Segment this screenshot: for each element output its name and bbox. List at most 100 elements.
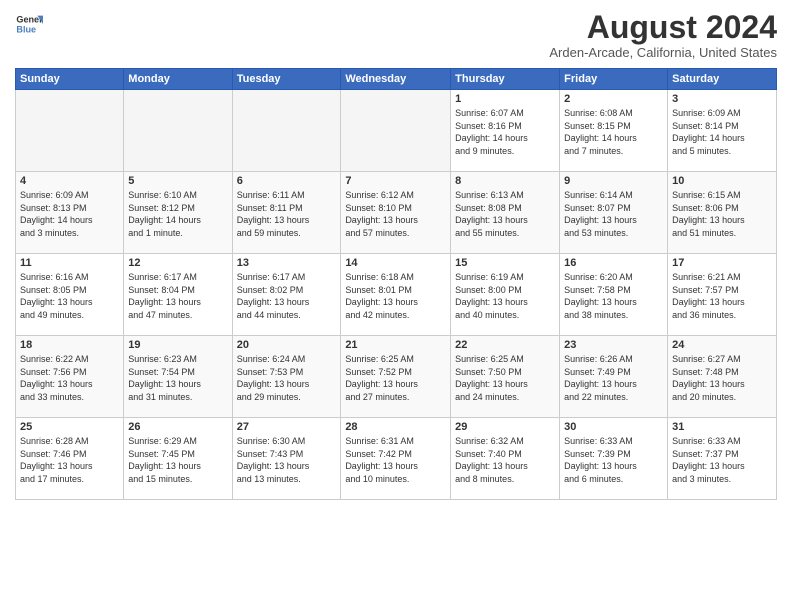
day-info: Sunrise: 6:26 AMSunset: 7:49 PMDaylight:… bbox=[564, 353, 663, 403]
day-info: Sunrise: 6:15 AMSunset: 8:06 PMDaylight:… bbox=[672, 189, 772, 239]
day-info: Sunrise: 6:11 AMSunset: 8:11 PMDaylight:… bbox=[237, 189, 337, 239]
day-info: Sunrise: 6:31 AMSunset: 7:42 PMDaylight:… bbox=[345, 435, 446, 485]
day-cell: 20Sunrise: 6:24 AMSunset: 7:53 PMDayligh… bbox=[232, 336, 341, 418]
day-cell: 5 Sunrise: 6:10 AMSunset: 8:12 PMDaylight… bbox=[124, 172, 232, 254]
day-cell: 30 Sunrise: 6:33 AMSunset: 7:39 PMDayligh… bbox=[560, 418, 668, 500]
day-number: 22 bbox=[455, 339, 555, 351]
day-cell bbox=[16, 90, 124, 172]
day-info: Sunrise: 6:29 AMSunset: 7:45 PMDaylight:… bbox=[128, 435, 227, 485]
day-info: Sunrise: 6:19 AMSunset: 8:00 PMDaylight:… bbox=[455, 271, 555, 321]
day-info: Sunrise: 6:09 AMSunset: 8:14 PMDaylight:… bbox=[672, 107, 772, 157]
day-number: 29 bbox=[455, 421, 555, 433]
day-info: Sunrise: 6:20 AMSunset: 7:58 PMDaylight:… bbox=[564, 271, 663, 321]
day-cell bbox=[124, 90, 232, 172]
day-cell: 11 Sunrise: 6:16 AMSunset: 8:05 PMDayligh… bbox=[16, 254, 124, 336]
day-number: 26 bbox=[128, 421, 227, 433]
day-info: Sunrise: 6:25 AMSunset: 7:50 PMDaylight:… bbox=[455, 353, 555, 403]
week-row-3: 11 Sunrise: 6:16 AMSunset: 8:05 PMDayligh… bbox=[16, 254, 777, 336]
day-number: 13 bbox=[237, 257, 337, 269]
day-info: Sunrise: 6:21 AMSunset: 7:57 PMDaylight:… bbox=[672, 271, 772, 321]
day-info: Sunrise: 6:16 AMSunset: 8:05 PMDaylight:… bbox=[20, 271, 119, 321]
day-cell: 4 Sunrise: 6:09 AMSunset: 8:13 PMDaylight… bbox=[16, 172, 124, 254]
day-number: 19 bbox=[128, 339, 227, 351]
day-cell: 21 Sunrise: 6:25 AMSunset: 7:52 PMDayligh… bbox=[341, 336, 451, 418]
day-info: Sunrise: 6:23 AMSunset: 7:54 PMDaylight:… bbox=[128, 353, 227, 403]
day-cell: 7 Sunrise: 6:12 AMSunset: 8:10 PMDaylight… bbox=[341, 172, 451, 254]
day-info: Sunrise: 6:25 AMSunset: 7:52 PMDaylight:… bbox=[345, 353, 446, 403]
day-header-row: Sunday Monday Tuesday Wednesday Thursday… bbox=[16, 69, 777, 90]
header-monday: Monday bbox=[124, 69, 232, 90]
day-cell: 23 Sunrise: 6:26 AMSunset: 7:49 PMDayligh… bbox=[560, 336, 668, 418]
day-number: 4 bbox=[20, 175, 119, 187]
day-number: 6 bbox=[237, 175, 337, 187]
day-number: 27 bbox=[237, 421, 337, 433]
day-cell: 13 Sunrise: 6:17 AMSunset: 8:02 PMDayligh… bbox=[232, 254, 341, 336]
day-number: 12 bbox=[128, 257, 227, 269]
day-info: Sunrise: 6:30 AMSunset: 7:43 PMDaylight:… bbox=[237, 435, 337, 485]
logo-icon: General Blue bbox=[15, 10, 43, 38]
day-cell: 8 Sunrise: 6:13 AMSunset: 8:08 PMDaylight… bbox=[451, 172, 560, 254]
day-info: Sunrise: 6:07 AMSunset: 8:16 PMDaylight:… bbox=[455, 107, 555, 157]
month-year: August 2024 bbox=[549, 10, 777, 45]
location: Arden-Arcade, California, United States bbox=[549, 45, 777, 60]
week-row-1: 1 Sunrise: 6:07 AMSunset: 8:16 PMDaylight… bbox=[16, 90, 777, 172]
day-number: 11 bbox=[20, 257, 119, 269]
day-cell bbox=[232, 90, 341, 172]
week-row-5: 25Sunrise: 6:28 AMSunset: 7:46 PMDayligh… bbox=[16, 418, 777, 500]
svg-text:Blue: Blue bbox=[16, 24, 36, 34]
day-cell: 6 Sunrise: 6:11 AMSunset: 8:11 PMDaylight… bbox=[232, 172, 341, 254]
calendar: Sunday Monday Tuesday Wednesday Thursday… bbox=[15, 68, 777, 500]
day-number: 1 bbox=[455, 93, 555, 105]
day-number: 17 bbox=[672, 257, 772, 269]
header: General Blue August 2024 Arden-Arcade, C… bbox=[15, 10, 777, 60]
day-number: 8 bbox=[455, 175, 555, 187]
header-sunday: Sunday bbox=[16, 69, 124, 90]
header-friday: Friday bbox=[560, 69, 668, 90]
day-cell: 9Sunrise: 6:14 AMSunset: 8:07 PMDaylight… bbox=[560, 172, 668, 254]
day-info: Sunrise: 6:18 AMSunset: 8:01 PMDaylight:… bbox=[345, 271, 446, 321]
week-row-4: 18 Sunrise: 6:22 AMSunset: 7:56 PMDayligh… bbox=[16, 336, 777, 418]
day-info: Sunrise: 6:17 AMSunset: 8:02 PMDaylight:… bbox=[237, 271, 337, 321]
day-cell: 26 Sunrise: 6:29 AMSunset: 7:45 PMDayligh… bbox=[124, 418, 232, 500]
day-cell: 27 Sunrise: 6:30 AMSunset: 7:43 PMDayligh… bbox=[232, 418, 341, 500]
day-cell: 2Sunrise: 6:08 AMSunset: 8:15 PMDaylight… bbox=[560, 90, 668, 172]
day-number: 5 bbox=[128, 175, 227, 187]
day-number: 7 bbox=[345, 175, 446, 187]
day-info: Sunrise: 6:32 AMSunset: 7:40 PMDaylight:… bbox=[455, 435, 555, 485]
day-number: 21 bbox=[345, 339, 446, 351]
day-number: 23 bbox=[564, 339, 663, 351]
day-number: 2 bbox=[564, 93, 663, 105]
day-cell: 3 Sunrise: 6:09 AMSunset: 8:14 PMDaylight… bbox=[668, 90, 777, 172]
title-section: August 2024 Arden-Arcade, California, Un… bbox=[549, 10, 777, 60]
day-info: Sunrise: 6:33 AMSunset: 7:39 PMDaylight:… bbox=[564, 435, 663, 485]
day-number: 18 bbox=[20, 339, 119, 351]
day-number: 30 bbox=[564, 421, 663, 433]
page: General Blue August 2024 Arden-Arcade, C… bbox=[0, 0, 792, 612]
day-cell: 16 Sunrise: 6:20 AMSunset: 7:58 PMDayligh… bbox=[560, 254, 668, 336]
day-info: Sunrise: 6:09 AMSunset: 8:13 PMDaylight:… bbox=[20, 189, 119, 239]
day-cell: 18 Sunrise: 6:22 AMSunset: 7:56 PMDayligh… bbox=[16, 336, 124, 418]
day-number: 31 bbox=[672, 421, 772, 433]
day-number: 14 bbox=[345, 257, 446, 269]
day-info: Sunrise: 6:24 AMSunset: 7:53 PMDaylight:… bbox=[237, 353, 337, 403]
header-wednesday: Wednesday bbox=[341, 69, 451, 90]
header-thursday: Thursday bbox=[451, 69, 560, 90]
header-saturday: Saturday bbox=[668, 69, 777, 90]
week-row-2: 4 Sunrise: 6:09 AMSunset: 8:13 PMDaylight… bbox=[16, 172, 777, 254]
day-cell: 25Sunrise: 6:28 AMSunset: 7:46 PMDayligh… bbox=[16, 418, 124, 500]
day-info: Sunrise: 6:22 AMSunset: 7:56 PMDaylight:… bbox=[20, 353, 119, 403]
day-cell: 14 Sunrise: 6:18 AMSunset: 8:01 PMDayligh… bbox=[341, 254, 451, 336]
day-cell: 12Sunrise: 6:17 AMSunset: 8:04 PMDayligh… bbox=[124, 254, 232, 336]
day-number: 16 bbox=[564, 257, 663, 269]
day-info: Sunrise: 6:12 AMSunset: 8:10 PMDaylight:… bbox=[345, 189, 446, 239]
day-cell: 15 Sunrise: 6:19 AMSunset: 8:00 PMDayligh… bbox=[451, 254, 560, 336]
day-info: Sunrise: 6:10 AMSunset: 8:12 PMDaylight:… bbox=[128, 189, 227, 239]
day-info: Sunrise: 6:33 AMSunset: 7:37 PMDaylight:… bbox=[672, 435, 772, 485]
header-tuesday: Tuesday bbox=[232, 69, 341, 90]
day-info: Sunrise: 6:13 AMSunset: 8:08 PMDaylight:… bbox=[455, 189, 555, 239]
day-number: 9 bbox=[564, 175, 663, 187]
day-number: 15 bbox=[455, 257, 555, 269]
day-number: 3 bbox=[672, 93, 772, 105]
logo: General Blue bbox=[15, 10, 43, 38]
day-cell: 17 Sunrise: 6:21 AMSunset: 7:57 PMDayligh… bbox=[668, 254, 777, 336]
